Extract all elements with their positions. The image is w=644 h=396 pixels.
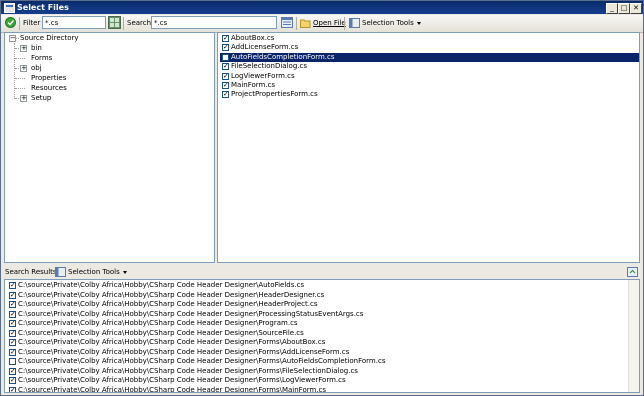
tree-item-label: obj	[31, 64, 42, 72]
result-checkbox[interactable]: ✓	[9, 386, 16, 392]
selection-tools-icon[interactable]	[349, 18, 360, 31]
result-path: C:\source\Private\Colby Africa\Hobby\CSh…	[18, 357, 386, 365]
filter-label: Filter	[23, 19, 41, 27]
title-bar: Select Files _ □ ✕	[1, 1, 643, 14]
close-button[interactable]: ✕	[630, 3, 642, 14]
select-files-window: Select Files _ □ ✕ Filter Search Open	[0, 0, 644, 396]
search-results-list: ✓ C:\source\Private\Colby Africa\Hobby\CS…	[4, 279, 640, 393]
chevron-down-icon[interactable]	[416, 21, 421, 25]
file-list-panel: ✓ AboutBox.cs ✓ AddLicenseForm.cs AutoFields…	[217, 32, 640, 263]
selection-tools-label: Selection Tools	[362, 19, 414, 27]
tree-item-label: bin	[31, 44, 42, 52]
file-checkbox[interactable]: ✓	[222, 63, 229, 71]
file-name: AutoFieldsCompletionForm.cs	[231, 52, 335, 61]
result-row[interactable]: C:\source\Private\Colby Africa\Hobby\CSh…	[7, 357, 639, 366]
result-row[interactable]: ✓ C:\source\Private\Colby Africa\Hobby\CS…	[7, 290, 639, 300]
result-path: C:\source\Private\Colby Africa\Hobby\CSh…	[18, 281, 305, 289]
tree-item-label: Properties	[31, 74, 67, 82]
tree-item-label: Setup	[31, 94, 52, 102]
window-title: Select Files	[17, 3, 69, 12]
file-list-item[interactable]: ✓ AddLicenseForm.cs	[220, 43, 639, 52]
maximize-button[interactable]: □	[618, 3, 630, 14]
expand-icon[interactable]: +	[20, 95, 27, 102]
result-path: C:\source\Private\Colby Africa\Hobby\CSh…	[18, 338, 326, 346]
search-options-icon[interactable]	[281, 17, 293, 30]
file-list-item[interactable]: AutoFieldsCompletionForm.cs	[220, 52, 639, 62]
result-row[interactable]: ✓ C:\source\Private\Colby Africa\Hobby\CS…	[7, 347, 639, 357]
file-name: MainForm.cs	[231, 81, 276, 89]
tree-item-label: Resources	[31, 84, 67, 92]
folder-tree-panel: − Source Directory + bin Forms + obj Properti…	[4, 32, 215, 263]
result-row[interactable]: ✓ C:\source\Private\Colby Africa\Hobby\CS…	[7, 328, 639, 338]
result-checkbox[interactable]: ✓	[9, 291, 16, 299]
result-row[interactable]: ✓ C:\source\Private\Colby Africa\Hobby\CS…	[7, 309, 639, 319]
chevron-down-icon[interactable]	[122, 270, 127, 274]
result-path: C:\source\Private\Colby Africa\Hobby\CSh…	[18, 309, 364, 318]
file-checkbox[interactable]: ✓	[222, 82, 229, 89]
file-list-item[interactable]: ✓ ProjectPropertiesForm.cs	[220, 90, 639, 99]
collapse-icon[interactable]: −	[9, 35, 16, 42]
filter-grid-icon[interactable]	[108, 16, 121, 29]
search-results-bar: Search Results Selection Tools	[1, 266, 643, 278]
tree-item-label: Forms	[31, 54, 53, 62]
file-name: ProjectPropertiesForm.cs	[231, 90, 318, 99]
result-path: C:\source\Private\Colby Africa\Hobby\CSh…	[18, 328, 304, 337]
result-checkbox[interactable]: ✓	[9, 320, 16, 327]
result-path: C:\source\Private\Colby Africa\Hobby\CSh…	[18, 385, 327, 393]
open-folder-icon[interactable]	[300, 18, 312, 31]
open-file-button[interactable]: Open File	[313, 17, 346, 30]
search-results-label: Search Results	[5, 268, 57, 276]
search-input[interactable]	[151, 16, 277, 29]
search-label: Search	[127, 19, 152, 27]
result-checkbox[interactable]: ✓	[9, 339, 16, 346]
filter-input[interactable]	[42, 16, 106, 29]
result-checkbox[interactable]: ✓	[9, 282, 16, 289]
toolbar: Filter Search Open File Selection Tools	[1, 15, 643, 33]
results-scrollbar[interactable]	[628, 280, 639, 392]
results-selection-tools-button[interactable]: Selection Tools	[68, 266, 127, 279]
file-list-item[interactable]: ✓ FileSelectionDialog.cs	[220, 62, 639, 71]
file-name: AddLicenseForm.cs	[231, 43, 299, 52]
result-path: C:\source\Private\Colby Africa\Hobby\CSh…	[18, 347, 350, 356]
result-path: C:\source\Private\Colby Africa\Hobby\CSh…	[18, 319, 298, 327]
result-path: C:\source\Private\Colby Africa\Hobby\CSh…	[18, 376, 346, 384]
result-row[interactable]: ✓ C:\source\Private\Colby Africa\Hobby\CS…	[7, 281, 639, 290]
window-icon	[4, 3, 15, 13]
accept-icon[interactable]	[5, 17, 16, 30]
result-path: C:\source\Private\Colby Africa\Hobby\CSh…	[18, 366, 358, 375]
file-list-item[interactable]: ✓ AboutBox.cs	[220, 34, 639, 43]
result-row[interactable]: ✓ C:\source\Private\Colby Africa\Hobby\CS…	[7, 385, 639, 393]
expand-icon[interactable]: +	[20, 65, 27, 72]
tree-root-label: Source Directory	[20, 34, 79, 42]
selection-tools-button[interactable]: Selection Tools	[362, 17, 421, 30]
result-row[interactable]: ✓ C:\source\Private\Colby Africa\Hobby\CS…	[7, 376, 639, 385]
result-checkbox[interactable]: ✓	[9, 367, 16, 375]
result-path: C:\source\Private\Colby Africa\Hobby\CSh…	[18, 300, 318, 308]
expand-icon[interactable]: +	[20, 45, 27, 52]
file-name: AboutBox.cs	[231, 34, 275, 42]
result-row[interactable]: ✓ C:\source\Private\Colby Africa\Hobby\CS…	[7, 319, 639, 328]
result-row[interactable]: ✓ C:\source\Private\Colby Africa\Hobby\CS…	[7, 366, 639, 376]
file-checkbox[interactable]: ✓	[222, 44, 229, 52]
result-path: C:\source\Private\Colby Africa\Hobby\CSh…	[18, 290, 325, 299]
file-checkbox[interactable]	[222, 53, 229, 61]
file-list-item[interactable]: ✓ LogViewerForm.cs	[220, 71, 639, 81]
minimize-button[interactable]: _	[606, 3, 618, 14]
file-list-item[interactable]: ✓ MainForm.cs	[220, 81, 639, 90]
file-checkbox[interactable]: ✓	[222, 35, 229, 42]
file-checkbox[interactable]: ✓	[222, 72, 229, 80]
result-checkbox[interactable]: ✓	[9, 329, 16, 337]
result-checkbox[interactable]: ✓	[9, 377, 16, 384]
result-checkbox[interactable]: ✓	[9, 310, 16, 318]
result-row[interactable]: ✓ C:\source\Private\Colby Africa\Hobby\CS…	[7, 300, 639, 309]
result-checkbox[interactable]	[9, 358, 16, 365]
result-checkbox[interactable]: ✓	[9, 301, 16, 308]
result-row[interactable]: ✓ C:\source\Private\Colby Africa\Hobby\CS…	[7, 338, 639, 347]
results-selection-tools-label: Selection Tools	[68, 268, 120, 276]
file-name: LogViewerForm.cs	[231, 71, 295, 80]
file-checkbox[interactable]: ✓	[222, 91, 229, 99]
result-checkbox[interactable]: ✓	[9, 348, 16, 356]
file-name: FileSelectionDialog.cs	[231, 62, 307, 71]
